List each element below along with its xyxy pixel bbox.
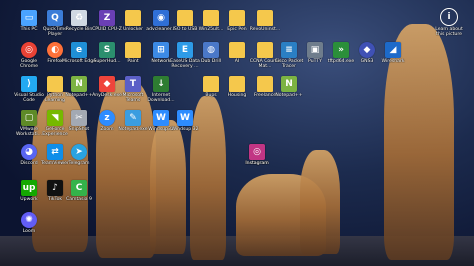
superhud-icon: S: [99, 42, 115, 58]
teamviewer-icon: ⇄: [47, 144, 63, 160]
telegram-icon: ➤: [71, 144, 87, 160]
putty-icon: ▣: [307, 42, 323, 58]
desktop-icon-label: Notepad++: [275, 93, 303, 98]
desktop-icon-label: Telegram: [68, 161, 90, 166]
folder-icon: [47, 76, 63, 92]
desktop-icon-label: Camtasia 9: [66, 197, 92, 202]
notepad-icon: ✎: [125, 110, 141, 126]
folder-icon: [125, 42, 141, 58]
edge-icon: e: [71, 42, 87, 58]
desktop-icon[interactable]: ↓ Internet Download...: [144, 76, 178, 103]
folder-icon: [257, 10, 273, 26]
desktop-icon[interactable]: N Notepad++: [272, 76, 306, 98]
desktop-icon[interactable]: C Camtasia 9: [62, 180, 96, 202]
zoom-icon: z: [99, 110, 115, 126]
chrome-icon: ◎: [21, 42, 37, 58]
geforce-icon: ◥: [47, 110, 63, 126]
cisco-icon: ≡: [281, 42, 297, 58]
snipshot-icon: ✂: [71, 110, 87, 126]
advcleaner-icon: ◉: [153, 10, 169, 26]
desktop-icon[interactable]: ✺ Loom: [12, 212, 46, 234]
vmware-icon: ▢: [21, 110, 37, 126]
windsup-icon: W: [153, 110, 169, 126]
folder-icon: [229, 10, 245, 26]
notepadpp-icon: N: [71, 76, 87, 92]
folder-icon: [125, 10, 141, 26]
gns3-icon: ◆: [359, 42, 375, 58]
network-icon: ⊞: [153, 42, 169, 58]
desktop-icon-label: Internet Download...: [147, 93, 175, 104]
loom-icon: ✺: [21, 212, 37, 228]
tftp-icon: »: [333, 42, 349, 58]
desktop-icon-label: Loom: [22, 229, 36, 234]
rock-pillar-3: [150, 120, 186, 254]
folder-icon: [257, 42, 273, 58]
tiktok-icon: ♪: [47, 180, 63, 196]
folder-icon: [257, 76, 273, 92]
anydesk-icon: ◆: [99, 76, 115, 92]
camtasia-icon: C: [71, 180, 87, 196]
folder-icon: [229, 76, 245, 92]
easeus-icon: E: [177, 42, 193, 58]
rock-pillar-6: [300, 150, 340, 254]
desktop: ▭ This PC Q QuickTime Player ♻ Recycle Bin Z CP…: [0, 0, 474, 266]
desktop-icon[interactable]: ◢ Wireshark: [376, 42, 410, 64]
desktop-icon-label: Instagram: [245, 161, 269, 166]
learn-about-picture[interactable]: i Learn about this picture: [434, 8, 464, 37]
idm-icon: ↓: [153, 76, 169, 92]
pc-icon: ▭: [21, 10, 37, 26]
cpu-z-icon: Z: [99, 10, 115, 26]
rock-pillar-2: [96, 80, 156, 258]
folder-icon: [177, 10, 193, 26]
learn-about-label: Learn about this picture: [435, 27, 463, 38]
notepadpp-icon: N: [281, 76, 297, 92]
desktop-icon-label: Wireshark: [381, 59, 405, 64]
instagram-icon: ◎: [249, 144, 265, 160]
vscode-icon: ⟩: [21, 76, 37, 92]
wireshark-icon: ◢: [385, 42, 401, 58]
desktop-icon-label: RevoUninst...: [249, 27, 281, 32]
teams-icon: T: [125, 76, 141, 92]
desktop-icon[interactable]: ◎Instagram: [240, 144, 274, 166]
firefox-icon: ◐: [47, 42, 63, 58]
folder-icon: [203, 10, 219, 26]
desktop-icon[interactable]: ➤ Telegram: [62, 144, 96, 166]
desktop-icon[interactable]: W Windsup 32: [168, 110, 202, 132]
windsup-icon: W: [177, 110, 193, 126]
discord-icon: ◕: [21, 144, 37, 160]
recycle-bin-icon: ♻: [71, 10, 87, 26]
desktop-icon[interactable]: RevoUninst...: [248, 10, 282, 32]
folder-icon: [229, 42, 245, 58]
dubdrill-icon: ◍: [203, 42, 219, 58]
upwork-icon: up: [21, 180, 37, 196]
quicktime-icon: Q: [47, 10, 63, 26]
desktop-icon-label: Windsup 32: [171, 127, 199, 132]
folder-icon: [203, 76, 219, 92]
learn-about-icon: i: [440, 8, 458, 26]
